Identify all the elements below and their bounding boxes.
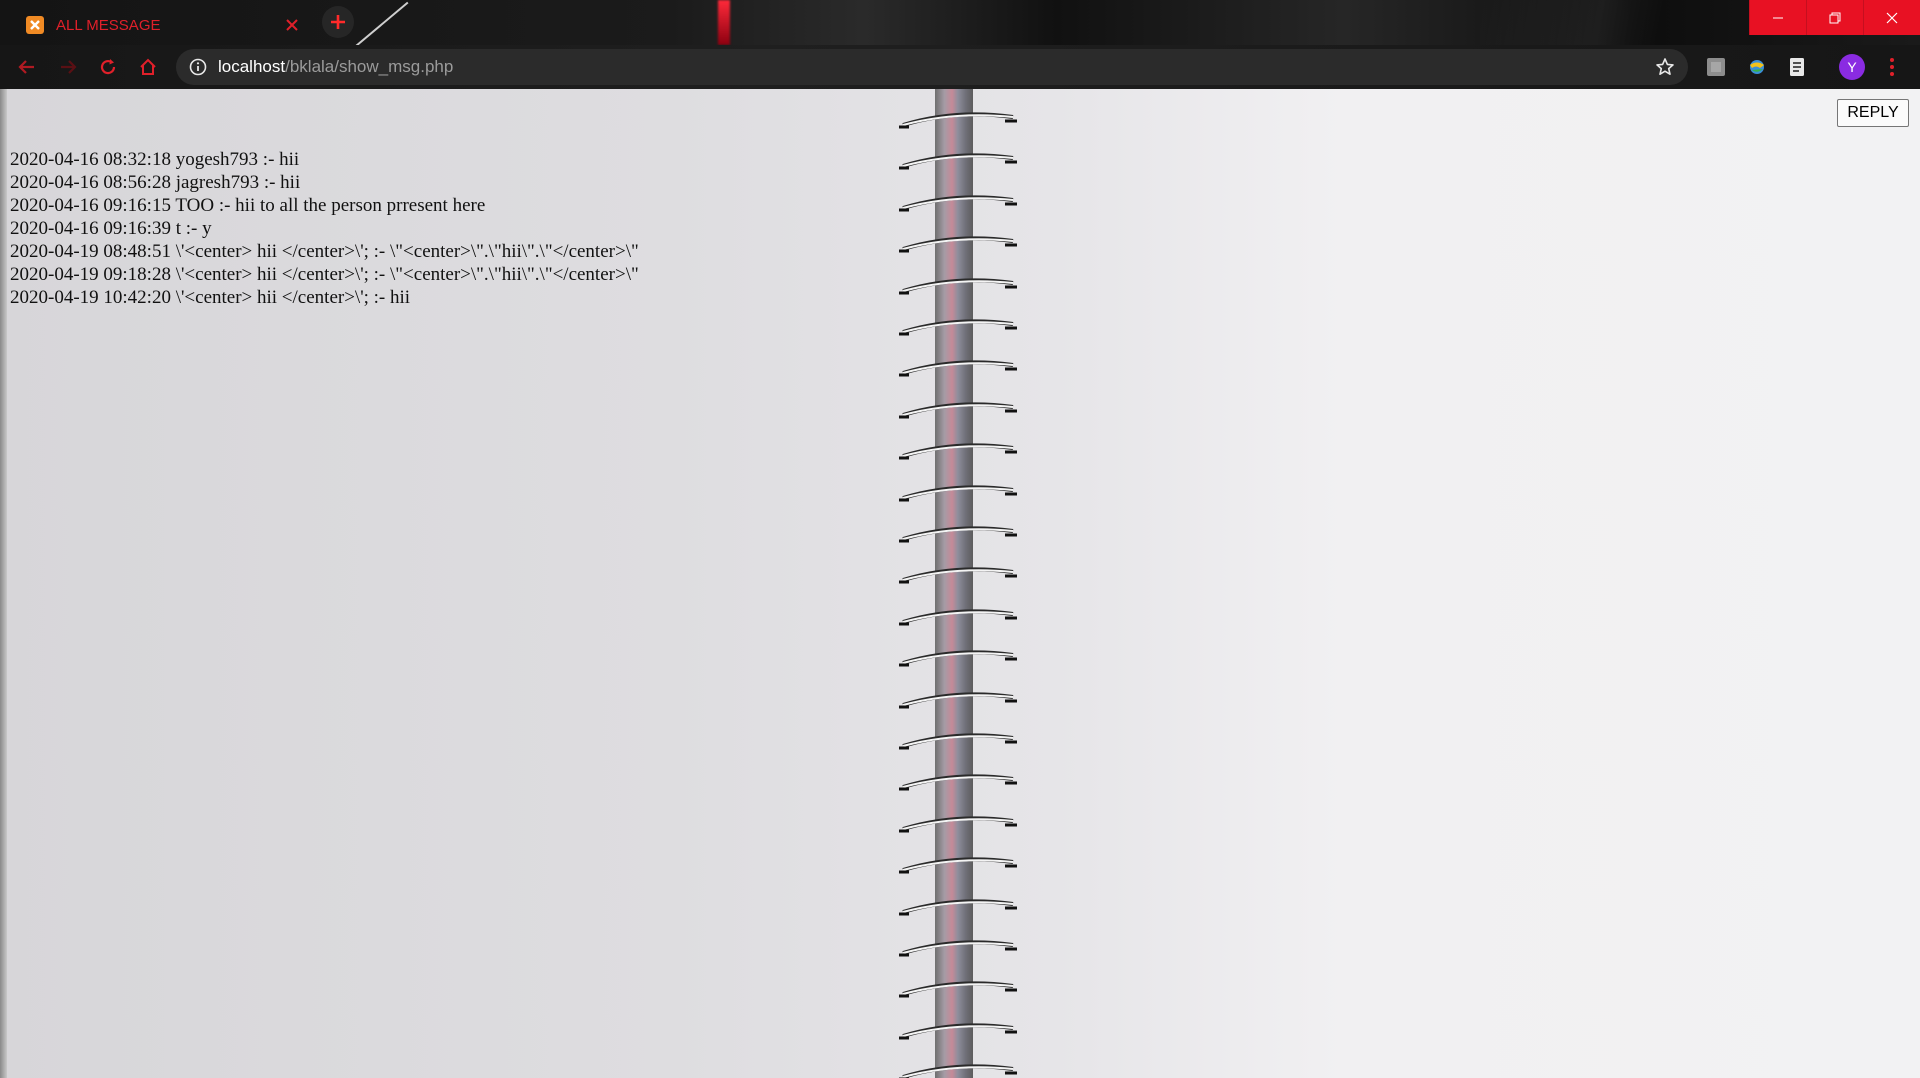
notebook-coil xyxy=(899,816,1017,833)
title-bar: ALL MESSAGE xyxy=(0,0,1920,45)
bookmark-star-icon[interactable] xyxy=(1654,56,1676,78)
minimize-icon xyxy=(1773,17,1783,18)
restore-button[interactable] xyxy=(1806,0,1863,35)
message-line: 2020-04-16 09:16:15 TOO :- hii to all th… xyxy=(10,195,486,216)
new-tab-button[interactable] xyxy=(322,6,354,38)
notebook-coil xyxy=(899,1023,1017,1040)
wallpaper-line xyxy=(353,1,409,45)
notebook-coil xyxy=(899,774,1017,791)
url-text: localhost/bklala/show_msg.php xyxy=(218,57,453,77)
notebook-coil xyxy=(899,1064,1017,1078)
message-line: 2020-04-16 08:32:18 yogesh793 :- hii xyxy=(10,149,300,170)
page-left-edge xyxy=(0,89,7,1078)
message-line: 2020-04-19 08:48:51 \'<center> hii </cen… xyxy=(10,241,639,262)
profile-avatar[interactable]: Y xyxy=(1839,54,1865,80)
close-window-button[interactable] xyxy=(1863,0,1920,35)
plus-icon xyxy=(331,15,345,29)
tab-close-icon[interactable] xyxy=(286,15,298,36)
notebook-coil xyxy=(899,153,1017,170)
notebook-coil xyxy=(899,526,1017,543)
notebook-coil xyxy=(899,691,1017,709)
notebook-coil xyxy=(899,195,1017,212)
wallpaper-streak xyxy=(718,0,730,45)
xampp-icon xyxy=(26,16,44,34)
message-line: 2020-04-19 09:18:28 \'<center> hii </cen… xyxy=(10,264,639,285)
message-line: 2020-04-19 10:42:20 \'<center> hii </cen… xyxy=(10,287,411,308)
reading-list-icon[interactable] xyxy=(1785,55,1809,79)
notebook-coil xyxy=(899,484,1017,502)
notebook-coil xyxy=(899,567,1017,584)
reload-icon xyxy=(100,59,116,75)
window-controls xyxy=(1749,0,1920,35)
wallpaper-glare xyxy=(1480,0,1780,45)
notebook-coil xyxy=(899,277,1017,295)
reload-button[interactable] xyxy=(95,54,121,80)
forward-button[interactable] xyxy=(55,54,81,80)
message-line: 2020-04-16 09:16:39 t :- y xyxy=(10,218,212,239)
notebook-coil xyxy=(899,650,1017,667)
notebook-coil xyxy=(899,857,1017,874)
restore-icon xyxy=(1829,12,1841,23)
message-line: 2020-04-16 08:56:28 jagresh793 :- hii xyxy=(10,172,301,193)
close-icon xyxy=(1886,12,1898,23)
browser-tab[interactable]: ALL MESSAGE xyxy=(12,6,312,44)
tab-title: ALL MESSAGE xyxy=(56,16,161,34)
notebook-coil xyxy=(899,981,1017,998)
url-host: localhost xyxy=(218,57,286,76)
message-list: 2020-04-16 08:32:18 yogesh793 :- hii 2020… xyxy=(10,148,639,309)
minimize-button[interactable] xyxy=(1749,0,1806,35)
notebook-coil xyxy=(899,402,1017,419)
url-path: /bklala/show_msg.php xyxy=(285,57,454,76)
notebook-coil xyxy=(899,236,1017,253)
notebook-coil xyxy=(899,360,1017,377)
extension-globe-icon[interactable] xyxy=(1745,55,1769,79)
more-vert-icon[interactable] xyxy=(1884,54,1900,80)
address-bar[interactable]: localhost/bklala/show_msg.php xyxy=(176,49,1688,85)
notebook-coil xyxy=(899,609,1017,626)
notebook-coil xyxy=(899,898,1017,916)
back-arrow-icon xyxy=(18,60,34,74)
notebook-coil xyxy=(899,733,1017,750)
notebook-coil xyxy=(899,112,1017,129)
home-button[interactable] xyxy=(135,54,161,80)
notebook-coil xyxy=(899,940,1017,957)
notebook-coil xyxy=(899,443,1017,460)
notebook-coil xyxy=(899,319,1017,336)
reply-button[interactable]: REPLY xyxy=(1837,99,1909,127)
browser-toolbar: localhost/bklala/show_msg.php Y xyxy=(0,45,1920,89)
forward-arrow-icon xyxy=(61,60,77,74)
home-icon xyxy=(140,58,156,75)
extension-square-icon[interactable] xyxy=(1704,55,1728,79)
page-content: 2020-04-16 08:32:18 yogesh793 :- hii 2020… xyxy=(0,89,1920,1078)
back-button[interactable] xyxy=(14,54,40,80)
info-icon[interactable] xyxy=(188,57,208,77)
